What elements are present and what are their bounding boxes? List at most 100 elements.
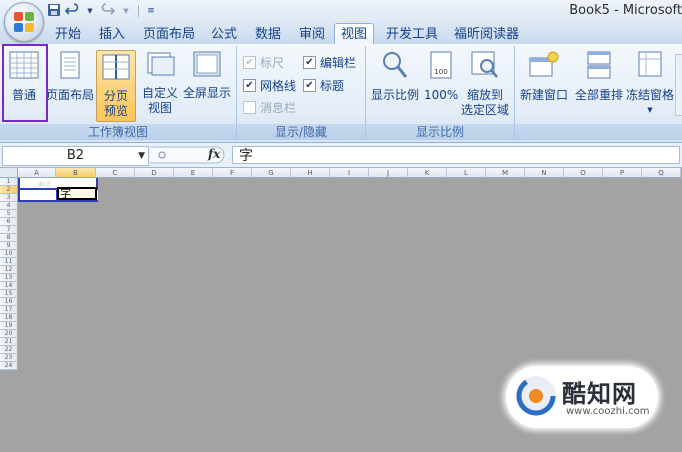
formula-tools: fx <box>143 146 228 164</box>
column-header[interactable]: M <box>486 168 525 178</box>
column-header[interactable]: F <box>213 168 252 178</box>
ruler-label: 标尺 <box>260 56 285 70</box>
row-header[interactable]: 8 <box>0 234 18 242</box>
row-header[interactable]: 3 <box>0 194 18 202</box>
chevron-down-icon[interactable]: ▼ <box>138 147 145 165</box>
row-header[interactable]: 11 <box>0 258 18 266</box>
name-box[interactable]: B2 ▼ <box>2 146 149 166</box>
ruler-checkbox[interactable]: ✔ 标尺 <box>243 54 284 71</box>
window-side-buttons[interactable] <box>675 54 682 116</box>
undo-icon[interactable] <box>64 3 80 19</box>
column-header[interactable]: P <box>603 168 642 178</box>
chevron-down-icon: ▼ <box>647 106 653 114</box>
row-header[interactable]: 21 <box>0 338 18 346</box>
custom-views-button[interactable]: 自定义 视图 <box>140 50 180 116</box>
new-window-icon <box>529 51 559 77</box>
tab-data[interactable]: 数据 <box>249 25 287 44</box>
dropdown-icon[interactable]: ▼ <box>82 3 98 19</box>
row-header[interactable]: 24 <box>0 362 18 370</box>
cell-b2-value: 字 <box>60 187 71 200</box>
tab-page-layout[interactable]: 页面布局 <box>137 25 201 44</box>
column-header[interactable]: H <box>291 168 330 178</box>
column-header[interactable]: N <box>525 168 564 178</box>
group-show-hide: ✔ 标尺 ✔ 编辑栏 ✔ 网格线 ✔ 标题 消息栏 显示/隐藏 <box>237 46 366 140</box>
watermark-title: 酷知网 <box>562 380 637 408</box>
office-logo-icon <box>14 12 34 32</box>
row-header[interactable]: 23 <box>0 354 18 362</box>
tab-foxit-reader[interactable]: 福昕阅读器 <box>448 25 525 44</box>
tab-insert[interactable]: 插入 <box>93 25 131 44</box>
column-header[interactable]: E <box>174 168 213 178</box>
row-header[interactable]: 10 <box>0 250 18 258</box>
arrange-all-button[interactable]: 全部重排 <box>573 50 625 103</box>
svg-text:100: 100 <box>434 68 447 76</box>
row-header[interactable]: 13 <box>0 274 18 282</box>
new-window-label: 新建窗口 <box>519 88 568 102</box>
coozhi-watermark: 酷知网 www.coozhi.com <box>506 366 658 428</box>
row-header[interactable]: 16 <box>0 298 18 306</box>
formula-input[interactable]: 字 <box>232 146 680 164</box>
redo-icon[interactable] <box>100 3 116 19</box>
dropdown-icon[interactable]: ▼ <box>118 3 134 19</box>
page-break-preview-button[interactable]: 分页 预览 <box>96 50 136 122</box>
tab-formulas[interactable]: 公式 <box>205 25 243 44</box>
tab-developer[interactable]: 开发工具 <box>380 25 444 44</box>
column-header[interactable]: I <box>330 168 369 178</box>
column-header[interactable]: L <box>447 168 486 178</box>
column-header[interactable]: J <box>369 168 408 178</box>
fx-icon[interactable]: fx <box>208 147 220 161</box>
formula-bar-label: 编辑栏 <box>320 56 357 70</box>
row-header[interactable]: 22 <box>0 346 18 354</box>
tab-home[interactable]: 开始 <box>49 25 87 44</box>
new-window-button[interactable]: 新建窗口 <box>517 50 571 103</box>
watermark-url: www.coozhi.com <box>566 406 650 417</box>
row-header[interactable]: 12 <box>0 266 18 274</box>
tab-review[interactable]: 审阅 <box>293 25 331 44</box>
row-header[interactable]: 17 <box>0 306 18 314</box>
row-header[interactable]: 20 <box>0 330 18 338</box>
page-layout-view-button[interactable]: 页面布局 <box>46 50 94 103</box>
full-screen-button[interactable]: 全屏显示 <box>182 50 232 101</box>
column-header[interactable]: D <box>135 168 174 178</box>
row-header[interactable]: 6 <box>0 218 18 226</box>
column-header[interactable]: A <box>18 168 56 178</box>
row-header[interactable]: 14 <box>0 282 18 290</box>
column-header[interactable]: G <box>252 168 291 178</box>
row-header[interactable]: 1 <box>0 178 18 186</box>
zoom-to-selection-button[interactable]: 缩放到 选定区域 <box>460 50 510 118</box>
row-header[interactable]: 2 <box>0 186 18 194</box>
message-bar-checkbox[interactable]: 消息栏 <box>243 99 296 116</box>
office-button[interactable] <box>4 2 44 42</box>
row-header[interactable]: 19 <box>0 322 18 330</box>
column-header[interactable]: Q <box>642 168 681 178</box>
custom-views-icon <box>147 52 175 76</box>
page-break-line[interactable] <box>18 200 98 202</box>
show-hide-group-label: 显示/隐藏 <box>237 124 365 140</box>
column-header[interactable]: O <box>564 168 603 178</box>
page-layout-label: 页面布局 <box>46 88 95 102</box>
gridlines-checkbox[interactable]: ✔ 网格线 <box>243 77 296 94</box>
zoom-button[interactable]: 显示比例 <box>368 50 422 103</box>
row-header[interactable]: 15 <box>0 290 18 298</box>
row-header[interactable]: 5 <box>0 210 18 218</box>
page-break-line[interactable] <box>18 188 57 190</box>
row-header[interactable]: 7 <box>0 226 18 234</box>
freeze-panes-button[interactable]: 冻结窗格 ▼ <box>625 50 675 118</box>
column-header[interactable]: C <box>96 168 135 178</box>
column-header[interactable]: B <box>56 168 96 178</box>
zoom-100-button[interactable]: 100 100% <box>424 50 458 103</box>
full-screen-label: 全屏显示 <box>182 86 231 100</box>
column-header[interactable]: K <box>408 168 447 178</box>
headings-checkbox[interactable]: ✔ 标题 <box>303 77 344 94</box>
page-break-line[interactable] <box>18 178 20 202</box>
formula-bar-checkbox[interactable]: ✔ 编辑栏 <box>303 54 356 71</box>
row-header[interactable]: 4 <box>0 202 18 210</box>
row-header[interactable]: 9 <box>0 242 18 250</box>
customize-icon[interactable]: ≡ <box>143 3 159 19</box>
tab-view[interactable]: 视图 <box>334 23 375 45</box>
save-icon[interactable] <box>46 3 62 19</box>
active-cell-b2[interactable]: 字 <box>57 187 97 200</box>
zoom-group-label: 显示比例 <box>366 124 514 140</box>
row-header[interactable]: 18 <box>0 314 18 322</box>
select-all-corner[interactable] <box>0 168 18 178</box>
